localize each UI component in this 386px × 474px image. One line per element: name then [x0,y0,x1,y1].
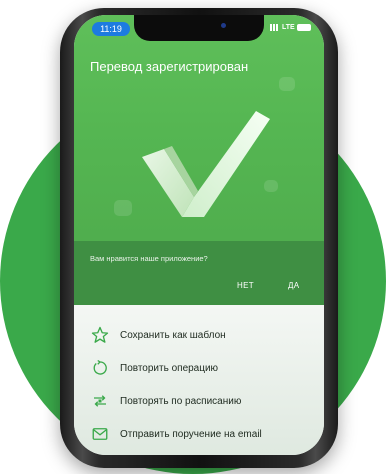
camera-dot [221,23,226,28]
repeat-icon [90,358,110,378]
schedule-icon [90,391,110,411]
rating-panel: Вам нравится наше приложение? НЕТ ДА [74,241,324,305]
phone-screen: Перевод зарегистрирован Вам нравится наш… [74,15,324,455]
action-label: Повторить операцию [120,362,219,374]
battery-icon [296,24,311,31]
checkmark-icon [134,105,274,230]
network-label: LTE [282,24,295,31]
no-button[interactable]: НЕТ [237,281,254,290]
star-icon [90,325,110,345]
success-header: Перевод зарегистрирован Вам нравится наш… [74,15,324,305]
decor-square [114,200,132,216]
rating-question: Вам нравится наше приложение? [90,254,208,263]
action-label: Повторять по расписанию [120,395,242,407]
yes-button[interactable]: ДА [288,281,299,290]
email-icon [90,424,110,444]
signal-icon [270,24,280,31]
status-indicators: LTE [270,24,311,31]
send-email-action[interactable]: Отправить поручение на email [90,424,262,444]
phone-notch [134,15,264,41]
save-template-action[interactable]: Сохранить как шаблон [90,325,226,345]
repeat-operation-action[interactable]: Повторить операцию [90,358,218,378]
page-title: Перевод зарегистрирован [90,59,249,74]
actions-list: Сохранить как шаблон Повторить операцию … [74,305,324,455]
action-label: Сохранить как шаблон [120,329,226,341]
action-label: Отправить поручение на email [120,428,262,440]
schedule-repeat-action[interactable]: Повторять по расписанию [90,391,241,411]
status-time: 11:19 [92,22,130,36]
decor-square [279,77,295,91]
